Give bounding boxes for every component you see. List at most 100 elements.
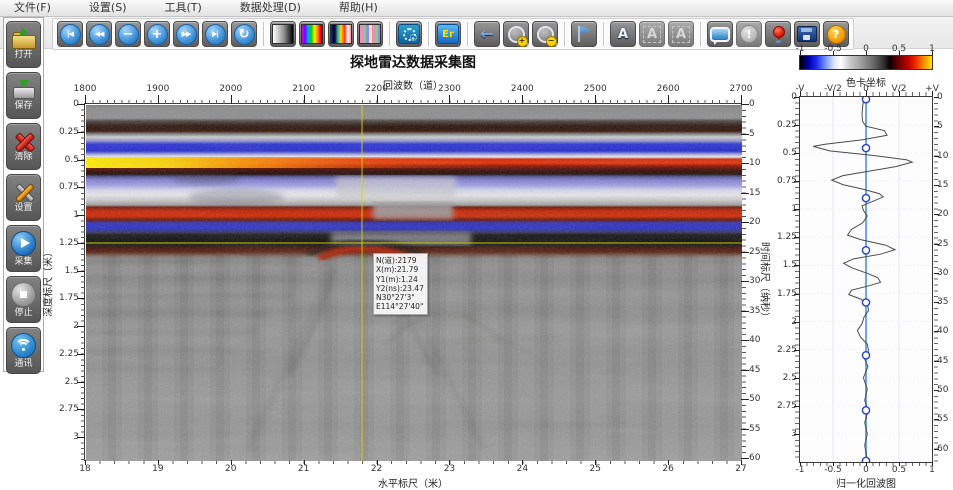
menu-item-5[interactable]: 帮助(H) [325,0,392,16]
tick-mark [85,95,86,104]
tick-mark [934,97,939,98]
normalized-echo-plot [800,97,932,462]
tick-mark [794,237,799,238]
menu-item-2[interactable]: 设置(S) [75,0,141,16]
echo-waveform [813,97,912,462]
bottom-axis-tick: 23 [444,464,455,474]
tick-mark [934,244,939,245]
palette-rainbow-button[interactable] [299,21,325,47]
top-axis-tick: 2400 [511,84,534,94]
tick-mark [595,460,596,465]
sidebar-button-label: 停止 [14,308,32,318]
tick-mark [77,187,85,188]
clear-button[interactable]: 清除 [6,123,41,170]
processing-settings-icon [398,24,420,44]
tick-mark [899,462,900,466]
text-annotation-button[interactable]: A [610,21,636,47]
undo-arrow-button[interactable]: ← [474,21,500,47]
message-button[interactable] [707,21,733,47]
tick-mark [932,91,933,96]
left-axis-tick: 1.75 [53,293,79,303]
tick-mark [522,95,523,104]
tooltip-line: N30°27'3" [376,293,425,302]
palette-grayscale-button[interactable] [270,21,296,47]
message-icon [710,27,730,42]
decrease-icon: − [118,24,139,45]
open-button[interactable]: 打开 [6,21,41,68]
flag-marker-button[interactable] [571,21,597,47]
location-pin-icon [772,26,784,43]
bottom-axis-tick: 24 [517,464,528,474]
wave-bottom-tick: 1 [929,465,935,475]
sidebar-button-label: 通讯 [14,359,32,369]
zoom-in-button[interactable]: + [503,21,529,47]
fast-forward-button[interactable]: ▶▶ [173,21,199,47]
right-axis-tick: 45 [749,365,760,375]
palette-thermal-button[interactable] [328,21,354,47]
palette-thermal-icon [330,24,352,44]
right-axis-minor-ticks [742,104,746,460]
increase-button[interactable]: + [144,21,170,47]
zoom-out-button[interactable]: − [532,21,558,47]
comm-button[interactable]: 通讯 [6,327,41,374]
toolbar-separator [603,22,604,46]
palette-pastel-button[interactable] [357,21,383,47]
tooltip-line: N(道):2179 [376,256,425,265]
text-annotation-3-icon: A [672,26,690,43]
sidebar-button-label: 保存 [14,101,32,111]
menu-item-1[interactable]: 文件(F) [0,0,65,16]
normalized-echo-svg [800,97,932,462]
toolbar-separator [389,22,390,46]
tooltip-line: X(m):21.79 [376,265,425,274]
settings-button[interactable]: 设置 [6,174,41,221]
stop-button[interactable]: 停止 [6,276,41,323]
tick-mark [794,406,799,407]
open-icon [12,29,36,49]
skip-forward-button[interactable]: ▶| [202,21,228,47]
undo-arrow-icon: ← [480,26,493,42]
sidebar-button-label: 采集 [14,257,32,267]
top-axis-tick: 2700 [730,84,753,94]
wave-bottom-tick: 0.5 [892,465,906,475]
refresh-button[interactable]: ↻ [231,21,257,47]
processing-settings-button[interactable] [396,21,422,47]
skip-forward-icon: ▶| [205,24,226,45]
bottom-axis-tick: 22 [371,464,382,474]
sample-marker [862,97,869,103]
sample-marker [862,195,869,202]
tick-mark [77,437,85,438]
tick-mark [741,458,749,459]
tick-mark [932,51,933,55]
tick-mark [77,409,85,410]
tick-mark [304,460,305,465]
right-axis-tick: 15 [749,188,760,198]
left-axis-tick: 2 [53,321,79,331]
help-icon: ? [827,25,846,44]
top-axis-tick: 2500 [584,84,607,94]
tick-mark [800,462,801,466]
skip-back-button[interactable]: |◀ [57,21,83,47]
sidebar-button-label: 清除 [14,152,32,162]
tick-mark [866,462,867,466]
tick-mark [794,125,799,126]
menu-item-3[interactable]: 工具(T) [151,0,216,16]
tick-mark [794,378,799,379]
tick-mark [934,185,939,186]
eraser-button[interactable]: Er [435,21,461,47]
rewind-button[interactable]: ◀◀ [86,21,112,47]
save-button[interactable]: 保存 [6,72,41,119]
toolbar-separator [467,22,468,46]
right-axis-tick: 25 [749,247,760,257]
palette-rainbow-icon [301,24,323,44]
decrease-button[interactable]: − [115,21,141,47]
text-annotation-icon: A [615,27,631,42]
left-axis-tick: 1.25 [53,238,79,248]
tick-mark [377,460,378,465]
menu-item-4[interactable]: 数据处理(D) [226,0,315,16]
tick-mark [934,126,939,127]
top-axis-tick: 1900 [146,84,169,94]
tick-mark [934,361,939,362]
location-pin-button[interactable] [765,21,791,47]
acquire-button[interactable]: 采集 [6,225,41,272]
tick-mark [741,460,742,465]
